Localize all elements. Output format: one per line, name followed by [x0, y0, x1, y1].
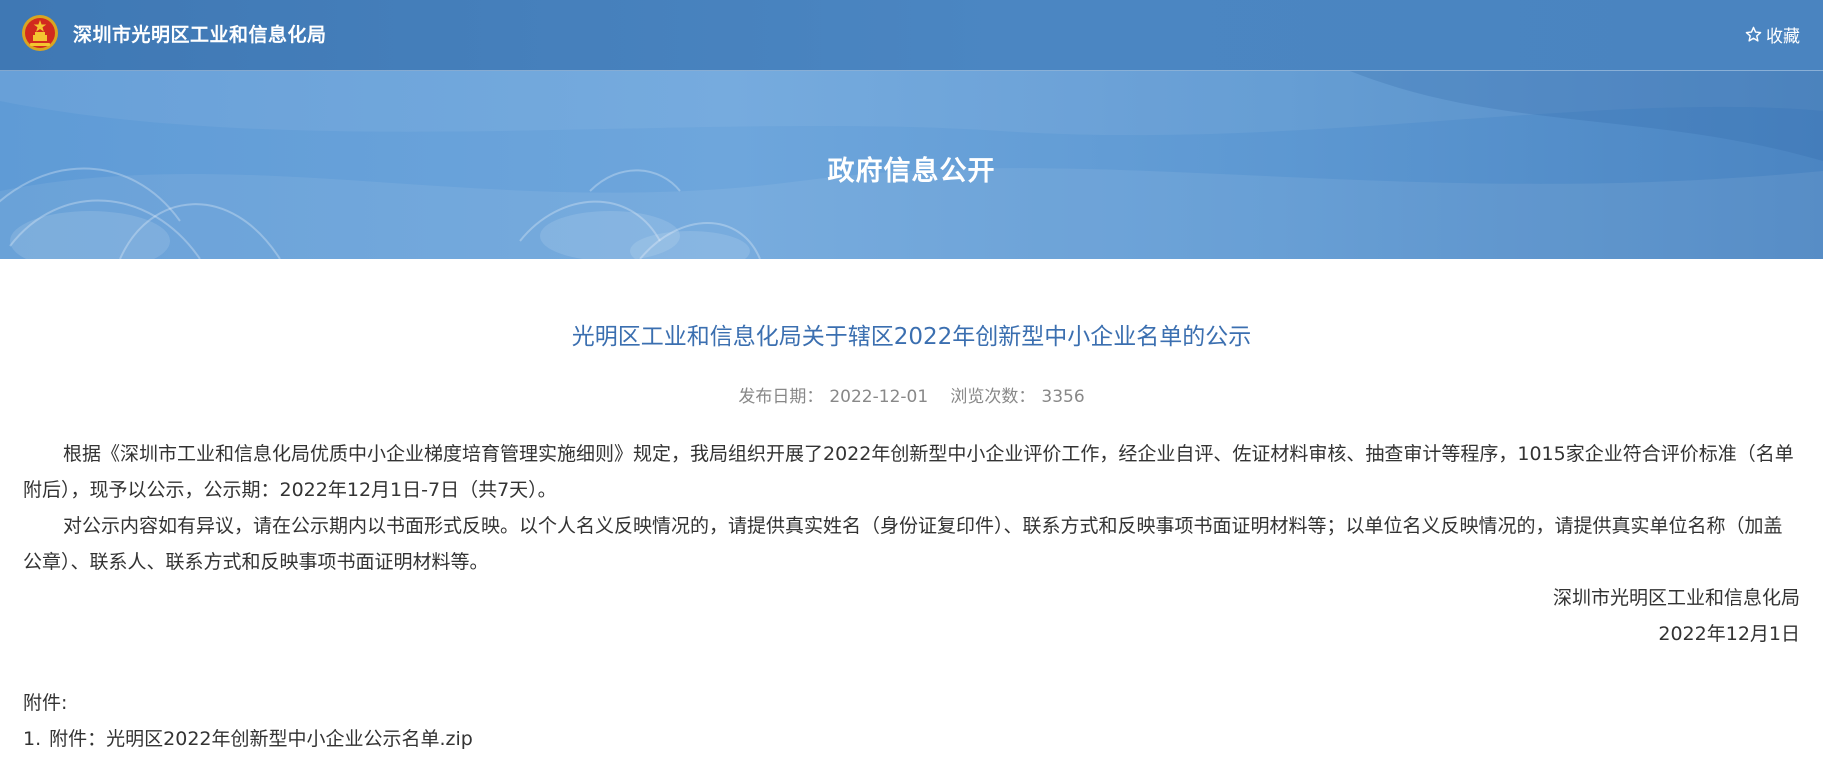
attachment-prefix: 附件： [49, 728, 107, 750]
signature-date: 2022年12月1日 [1658, 623, 1800, 645]
attachment-link[interactable]: 光明区2022年创新型中小企业公示名单.zip [106, 728, 473, 750]
signature-org: 深圳市光明区工业和信息化局 [1552, 587, 1800, 609]
publish-date: 2022-12-01 [829, 387, 929, 407]
favorite-label: 收藏 [1766, 27, 1800, 47]
favorite-button[interactable]: 收藏 [1745, 22, 1800, 47]
banner-title: 政府信息公开 [827, 156, 996, 187]
site-header: 深圳市光明区工业和信息化局 收藏 [0, 0, 1823, 71]
attachment-item: 1. 附件：光明区2022年创新型中小企业公示名单.zip [23, 724, 473, 751]
publish-date-label: 发布日期： [738, 387, 824, 407]
article-title: 光明区工业和信息化局关于辖区2022年创新型中小企业名单的公示 [571, 324, 1252, 350]
attachments-label: 附件: [23, 692, 68, 714]
banner: 政府信息公开 [0, 71, 1823, 259]
article-paragraph: 对公示内容如有异议，请在公示期内以书面形式反映。以个人名义反映情况的，请提供真实… [23, 515, 1783, 573]
article-body: 根据《深圳市工业和信息化局优质中小企业梯度培育管理实施细则》规定，我局组织开展了… [23, 436, 1800, 652]
article-meta: 发布日期： 2022-12-01 浏览次数： 3356 [0, 382, 1823, 407]
attachment-number: 1. [23, 728, 42, 750]
views-count: 3356 [1041, 387, 1085, 407]
article-paragraph: 根据《深圳市工业和信息化局优质中小企业梯度培育管理实施细则》规定，我局组织开展了… [23, 443, 1794, 501]
national-emblem-icon[interactable] [21, 13, 59, 53]
site-title[interactable]: 深圳市光明区工业和信息化局 [73, 20, 327, 47]
star-icon [1745, 26, 1762, 42]
views-label: 浏览次数： [950, 387, 1036, 407]
